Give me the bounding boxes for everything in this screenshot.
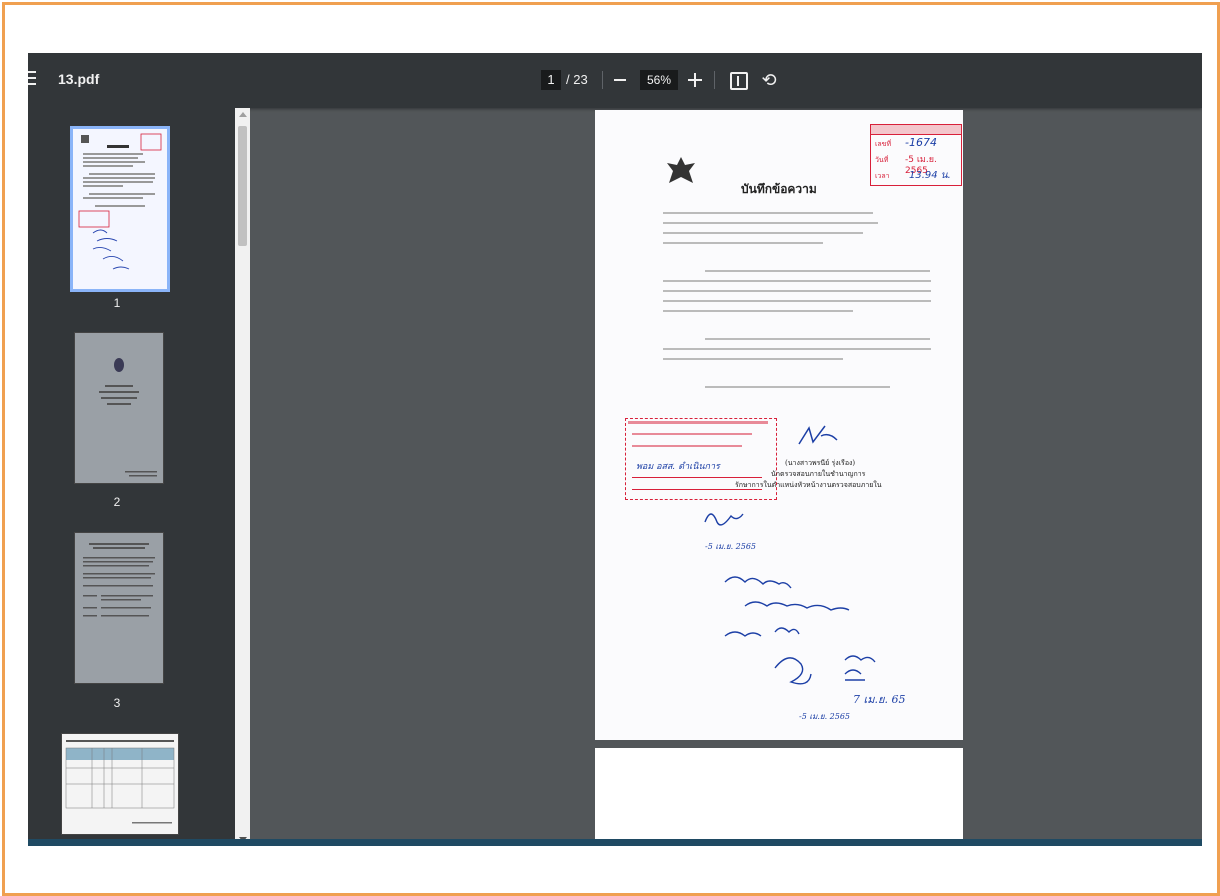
signature	[798, 425, 838, 445]
sidebar-scrollbar[interactable]	[235, 108, 250, 846]
thumbnail-label: 3	[113, 696, 121, 710]
zoom-input[interactable]: 56%	[640, 70, 678, 90]
signer-name: (นางสาวพรนีย์ รุ่งเรือง)	[785, 459, 856, 467]
thumbnail-label: 2	[113, 495, 121, 509]
received-stamp: เลขที่ -1674 วันที่ -5 เม.ย. 2565 เวลา 1…	[870, 124, 962, 186]
handwritten-date-1: -5 เม.ย. 2565	[705, 542, 757, 551]
thumbnail-page-2[interactable]	[74, 332, 164, 484]
thumbnail-label: 1	[113, 296, 121, 310]
scroll-thumb[interactable]	[238, 126, 247, 246]
zoom-in-icon[interactable]	[688, 73, 702, 87]
stamp-time: 13.94 น.	[909, 170, 951, 181]
divider	[602, 71, 603, 89]
handwritten-date-3: 7 เม.ย. 65	[853, 693, 906, 706]
side-stamp-text: พอม อสส. ดำเนินการ	[636, 462, 720, 472]
fit-to-page-icon[interactable]	[730, 72, 748, 90]
thumbnail-sidebar: 1 2 3	[28, 108, 235, 846]
stamp-number: -1674	[905, 136, 937, 149]
page-number-input[interactable]: 1	[541, 70, 561, 90]
signer-role: นักตรวจสอบภายในชำนาญการ	[771, 470, 866, 478]
thumbnail-page-3-preview	[83, 543, 155, 617]
page-total: / 23	[566, 72, 588, 87]
thumbnail-page-3[interactable]	[74, 532, 164, 684]
handwritten-notes	[704, 513, 876, 685]
file-name: 13.pdf	[58, 71, 100, 87]
toolbar: 13.pdf 1 / 23 56% ⟲	[28, 53, 1202, 108]
rotate-icon[interactable]: ⟲	[758, 69, 780, 91]
signer-role-2: รักษาการในตำแหน่งหัวหน้างานตรวจสอบภายใน	[735, 481, 882, 489]
thumbnail-page-4[interactable]	[61, 733, 179, 835]
scroll-up-icon[interactable]	[239, 112, 247, 117]
emblem-icon	[667, 157, 695, 183]
document-page-1: เลขที่ -1674 วันที่ -5 เม.ย. 2565 เวลา 1…	[595, 110, 963, 740]
menu-icon[interactable]	[28, 71, 40, 87]
thumbnail-page-4-preview	[65, 740, 175, 824]
bottom-strip	[28, 839, 1202, 846]
zoom-out-icon[interactable]	[614, 79, 626, 81]
document-page-2	[595, 748, 963, 846]
divider	[714, 71, 715, 89]
thumbnail-page-1-preview	[73, 129, 167, 289]
document-title: บันทึกข้อความ	[741, 182, 817, 196]
handwritten-date-2: -5 เม.ย. 2565	[799, 712, 851, 721]
thumbnail-page-2-preview	[99, 358, 157, 477]
thumbnail-page-1[interactable]	[70, 126, 170, 292]
pdf-viewer: 13.pdf 1 / 23 56% ⟲ 1 2 3 เลขที่ -1674 ว…	[28, 53, 1202, 846]
